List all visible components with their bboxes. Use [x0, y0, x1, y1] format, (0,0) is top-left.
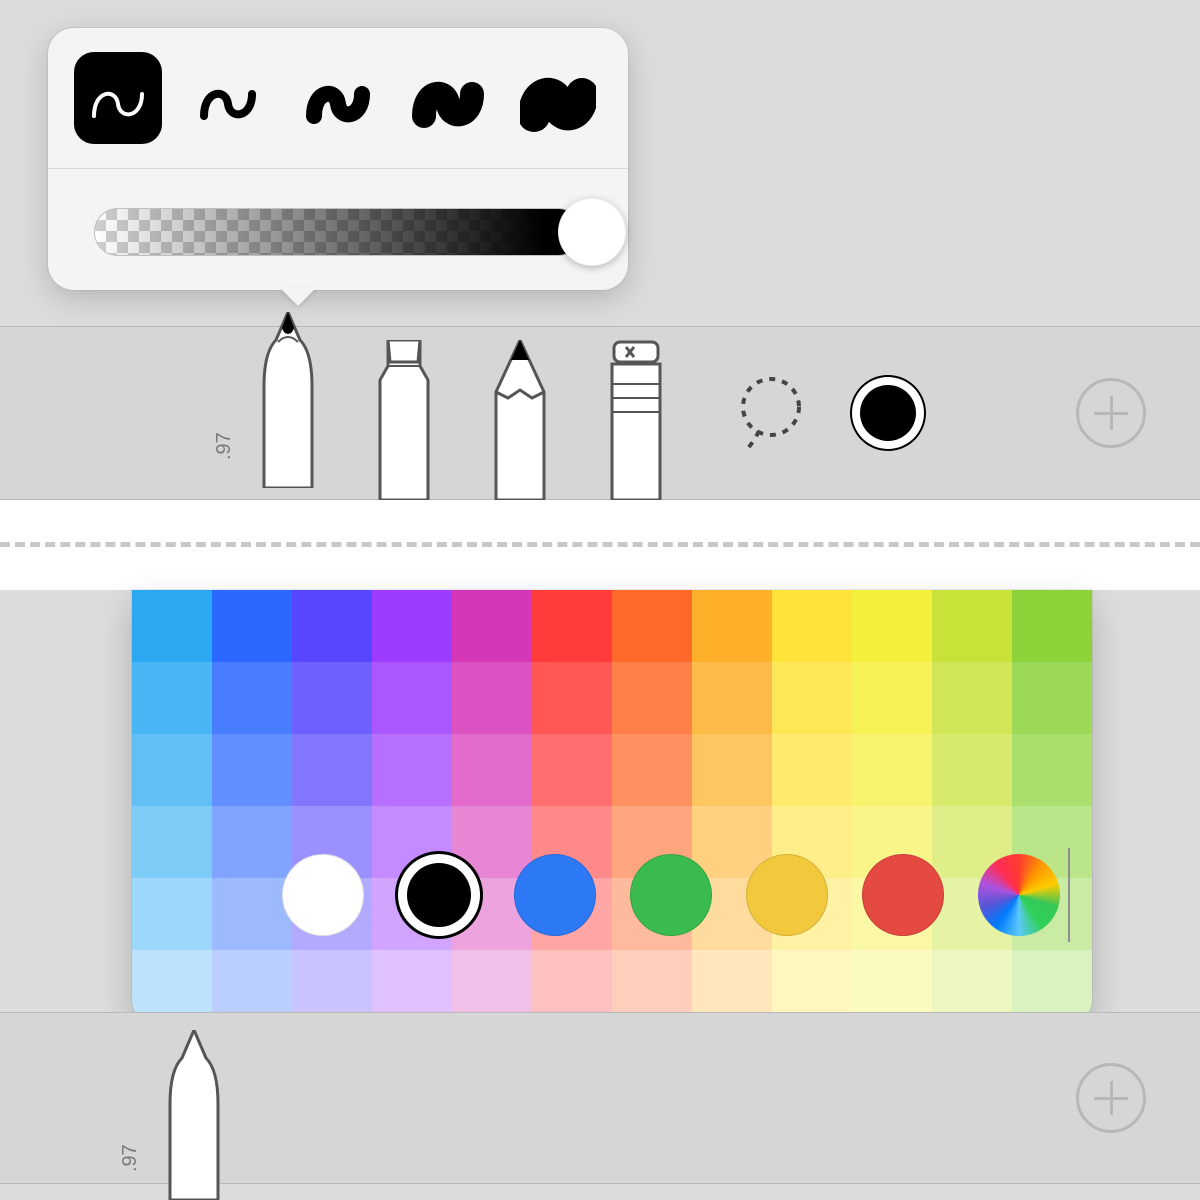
pen-icon [148, 1030, 240, 1200]
lasso-tool[interactable] [726, 368, 816, 458]
marker-icon [358, 340, 450, 500]
current-color-indicator[interactable] [852, 377, 924, 449]
color-settings-region: .97 [0, 590, 1200, 1200]
stroke-heavy[interactable] [404, 52, 492, 144]
color-wheel-divider [1068, 848, 1070, 942]
opacity-slider-thumb[interactable] [558, 198, 626, 266]
stroke-light[interactable] [184, 52, 272, 144]
tool-tray: .97 [0, 326, 1200, 500]
palette-cell-r2-c1[interactable] [212, 734, 292, 806]
eraser-icon [590, 340, 682, 500]
palette-cell-r1-c0[interactable] [132, 662, 212, 734]
color-yellow[interactable] [746, 854, 828, 936]
palette-cell-r4-c1[interactable] [212, 878, 292, 950]
stroke-width-popover [48, 28, 628, 290]
palette-cell-r1-c1[interactable] [212, 662, 292, 734]
pen-size-label: .97 [213, 432, 236, 460]
eraser-tool[interactable] [590, 324, 682, 500]
palette-cell-r3-c0[interactable] [132, 806, 212, 878]
palette-cell-r0-c0[interactable] [132, 590, 212, 662]
squiggle-icon [300, 60, 376, 136]
opacity-slider-track[interactable] [94, 208, 582, 256]
squiggle-icon [520, 60, 596, 136]
squiggle-icon [80, 60, 156, 136]
color-white[interactable] [282, 854, 364, 936]
color-red[interactable] [862, 854, 944, 936]
color-black[interactable] [398, 854, 480, 936]
palette-cell-r3-c1[interactable] [212, 806, 292, 878]
pen-icon [242, 312, 334, 488]
color-dots-row [282, 590, 1060, 1200]
stroke-thin[interactable] [74, 52, 162, 144]
squiggle-icon [190, 60, 266, 136]
dashed-separator [0, 542, 1200, 590]
stroke-settings-region: .97 [0, 0, 1200, 530]
squiggle-icon [410, 60, 486, 136]
palette-cell-r2-c0[interactable] [132, 734, 212, 806]
palette-cell-r4-c0[interactable] [132, 878, 212, 950]
popover-divider [48, 168, 628, 169]
pencil-tool[interactable] [474, 324, 566, 500]
color-green[interactable] [630, 854, 712, 936]
pen-tool-bottom[interactable]: .97 [148, 1030, 240, 1200]
color-blue[interactable] [514, 854, 596, 936]
pen-tool[interactable]: .97 [242, 312, 334, 488]
add-color-button[interactable] [1076, 1063, 1146, 1133]
pencil-icon [474, 340, 566, 500]
marker-tool[interactable] [358, 324, 450, 500]
palette-cell-r0-c1[interactable] [212, 590, 292, 662]
lasso-icon [729, 371, 813, 455]
color-wheel-button[interactable] [978, 854, 1060, 936]
stroke-medium[interactable] [294, 52, 382, 144]
stroke-bold[interactable] [514, 52, 602, 144]
